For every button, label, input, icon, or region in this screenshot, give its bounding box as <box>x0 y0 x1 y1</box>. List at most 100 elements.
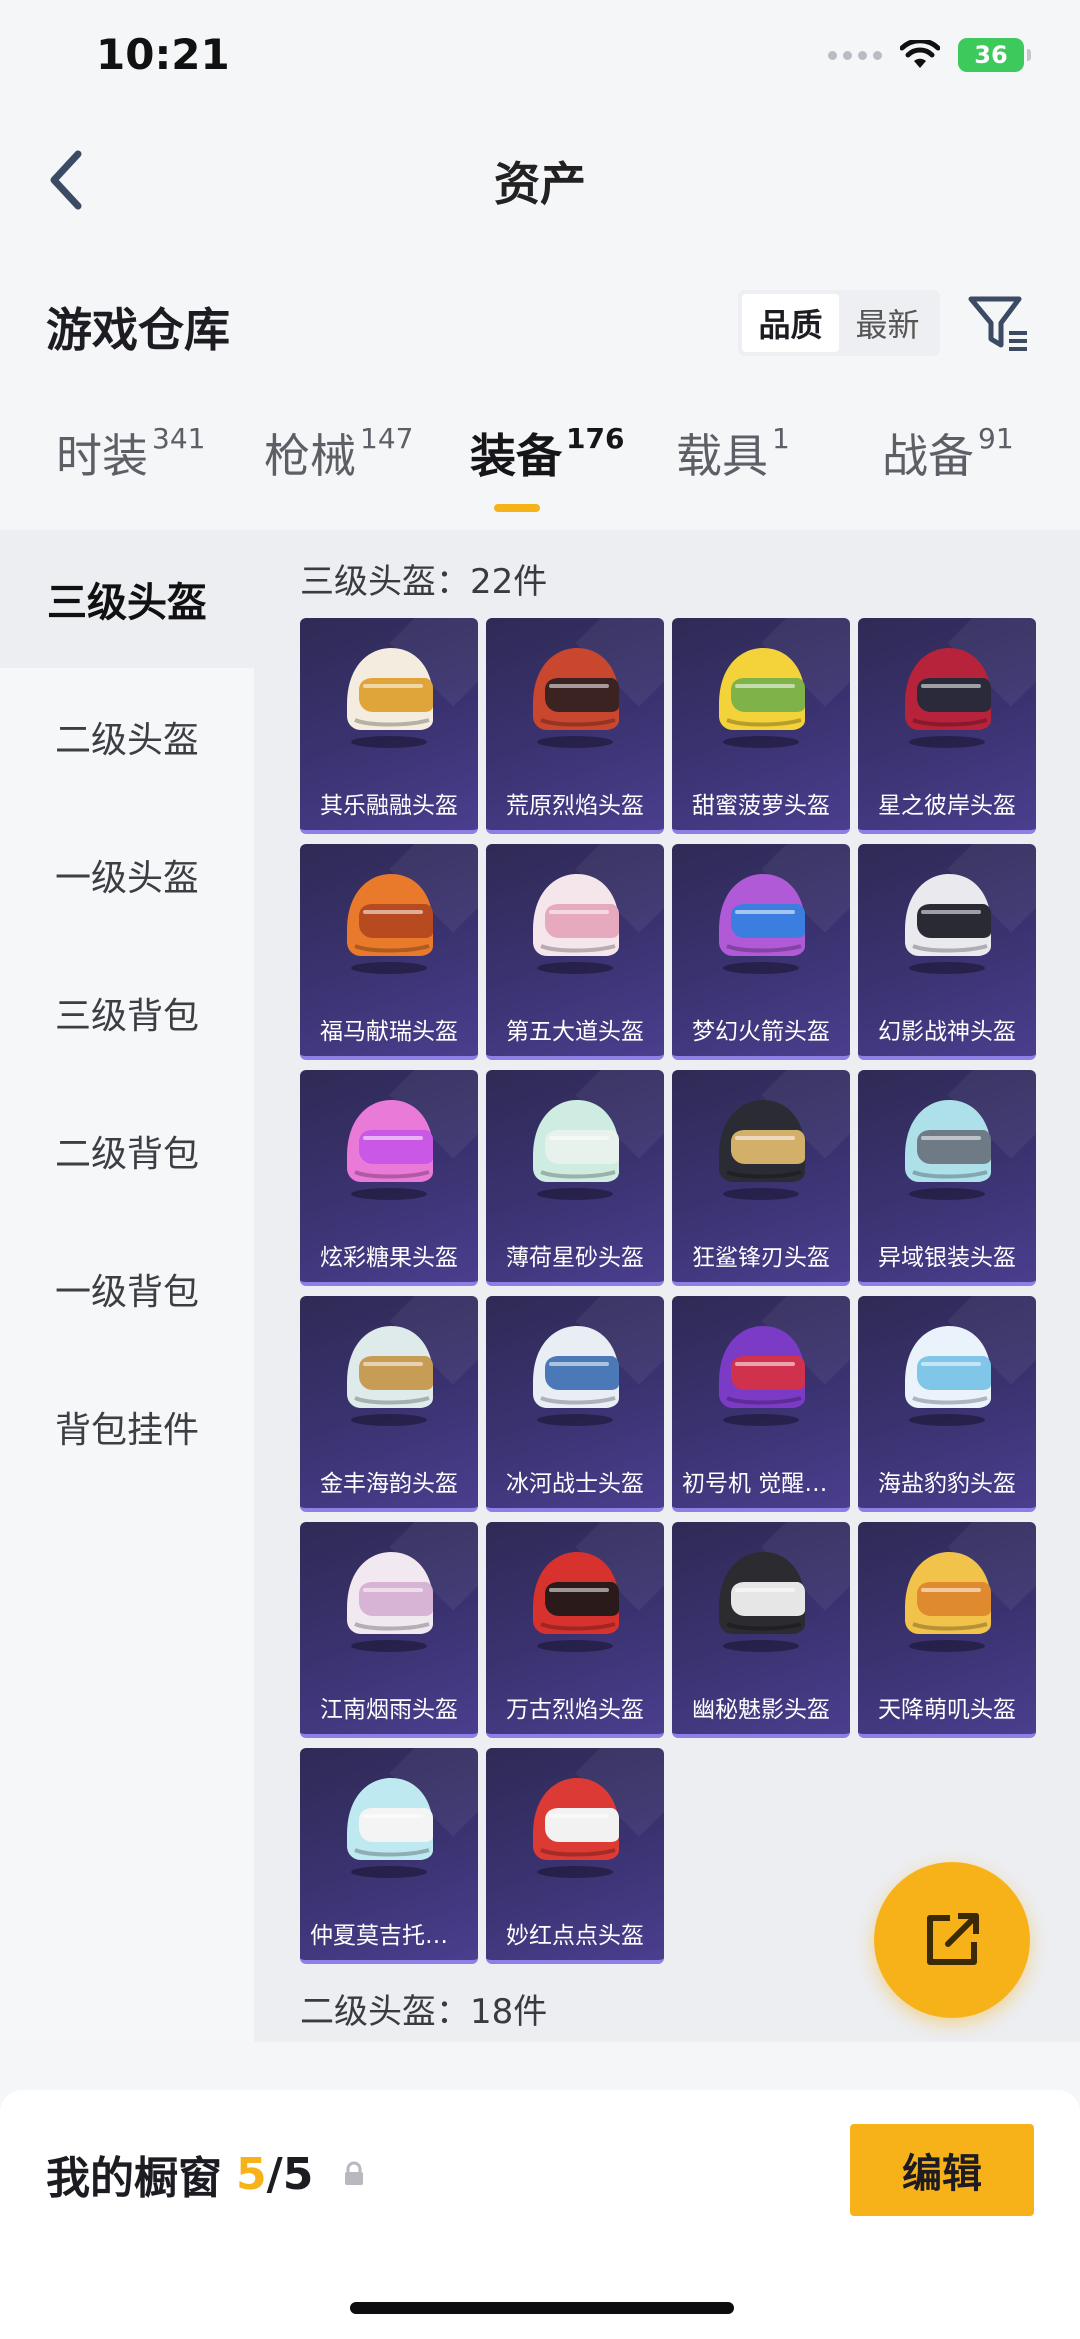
helmet-icon <box>347 874 433 974</box>
helmet-card[interactable]: 冰河战士头盔 <box>486 1296 664 1512</box>
helmet-card[interactable]: 异域银装头盔 <box>858 1070 1036 1286</box>
edit-button[interactable]: 编辑 <box>850 2124 1034 2216</box>
tab-weapons[interactable]: 枪械 147 <box>264 420 413 486</box>
tab-label: 战备 <box>882 429 974 483</box>
showcase-count: 5 <box>236 2148 267 2200</box>
showcase-bar: 我的橱窗 5 /5 编辑 <box>0 2090 1080 2339</box>
helmet-card[interactable]: 初号机 觉醒头盔 <box>672 1296 850 1512</box>
category-tabs: 时装 341 枪械 147 装备 176 载具 1 战备 91 <box>0 420 1080 530</box>
helmet-card[interactable]: 狂鲨锋刃头盔 <box>672 1070 850 1286</box>
helmet-name: 异域银装头盔 <box>878 1245 1016 1271</box>
helmet-card[interactable]: 幻影战神头盔 <box>858 844 1036 1060</box>
helmet-card[interactable]: 甜蜜菠萝头盔 <box>672 618 850 834</box>
wifi-icon <box>900 40 940 68</box>
helmet-icon <box>719 1326 805 1426</box>
helmet-card[interactable]: 第五大道头盔 <box>486 844 664 1060</box>
sidebar-item-level2-helmet[interactable]: 二级头盔 <box>0 668 254 806</box>
helmet-icon <box>719 1100 805 1200</box>
helmet-name: 第五大道头盔 <box>506 1019 644 1045</box>
helmet-icon <box>905 1326 991 1426</box>
content-area: 三级头盔 二级头盔 一级头盔 三级背包 二级背包 一级背包 背包挂件 三级头盔：… <box>0 530 1080 2042</box>
tab-vehicles[interactable]: 载具 1 <box>676 420 790 486</box>
helmet-card[interactable]: 荒原烈焰头盔 <box>486 618 664 834</box>
helmet-name: 海盐豹豹头盔 <box>878 1471 1016 1497</box>
helmet-card[interactable]: 万古烈焰头盔 <box>486 1522 664 1738</box>
tab-count: 91 <box>978 422 1014 455</box>
helmet-icon <box>719 1552 805 1652</box>
helmet-card[interactable]: 福马献瑞头盔 <box>300 844 478 1060</box>
sort-newest-option[interactable]: 最新 <box>839 294 936 352</box>
helmet-card[interactable]: 天降萌叽头盔 <box>858 1522 1036 1738</box>
helmet-name: 梦幻火箭头盔 <box>692 1019 830 1045</box>
helmet-card[interactable]: 梦幻火箭头盔 <box>672 844 850 1060</box>
share-button[interactable] <box>874 1862 1030 2018</box>
external-link-icon <box>927 1913 979 1965</box>
status-bar: 10:21 36 <box>0 0 1080 120</box>
helmet-icon <box>347 1778 433 1878</box>
helmet-icon <box>719 874 805 974</box>
helmet-card[interactable]: 妙红点点头盔 <box>486 1748 664 1964</box>
showcase-label: 我的橱窗 5 /5 <box>46 2142 367 2206</box>
sidebar-item-backpack-charm[interactable]: 背包挂件 <box>0 1358 254 1496</box>
helmet-name: 炫彩糖果头盔 <box>320 1245 458 1271</box>
helmet-name: 星之彼岸头盔 <box>878 793 1016 819</box>
warehouse-title: 游戏仓库 <box>46 303 230 357</box>
helmet-icon <box>905 1100 991 1200</box>
helmet-name: 幻影战神头盔 <box>878 1019 1016 1045</box>
helmet-card[interactable]: 其乐融融头盔 <box>300 618 478 834</box>
tab-label: 载具 <box>676 429 768 483</box>
helmet-icon <box>347 1326 433 1426</box>
helmet-card[interactable]: 薄荷星砂头盔 <box>486 1070 664 1286</box>
tab-fashion[interactable]: 时装 341 <box>56 420 205 486</box>
sort-quality-option[interactable]: 品质 <box>742 294 839 352</box>
helmet-card[interactable]: 炫彩糖果头盔 <box>300 1070 478 1286</box>
helmet-name: 江南烟雨头盔 <box>320 1697 458 1723</box>
helmet-name: 初号机 觉醒头盔 <box>682 1471 850 1497</box>
helmet-icon <box>905 874 991 974</box>
sidebar-item-level3-backpack[interactable]: 三级背包 <box>0 944 254 1082</box>
sub-category-sidebar: 三级头盔 二级头盔 一级头盔 三级背包 二级背包 一级背包 背包挂件 <box>0 530 254 2042</box>
helmet-name: 荒原烈焰头盔 <box>506 793 644 819</box>
tab-equipment[interactable]: 装备 176 <box>470 420 625 512</box>
battery-indicator: 36 <box>958 38 1031 72</box>
helmet-card[interactable]: 海盐豹豹头盔 <box>858 1296 1036 1512</box>
helmet-icon <box>533 1326 619 1426</box>
sidebar-item-level3-helmet[interactable]: 三级头盔 <box>0 530 254 668</box>
helmet-name: 金丰海韵头盔 <box>320 1471 458 1497</box>
helmet-icon <box>719 648 805 748</box>
showcase-title: 我的橱窗 <box>46 2153 222 2204</box>
lock-icon <box>345 2161 364 2185</box>
helmet-icon <box>533 1552 619 1652</box>
active-tab-indicator <box>494 504 540 512</box>
tab-count: 1 <box>772 422 790 455</box>
filter-button[interactable] <box>966 290 1032 356</box>
helmet-card[interactable]: 江南烟雨头盔 <box>300 1522 478 1738</box>
helmet-icon <box>533 648 619 748</box>
helmet-card[interactable]: 幽秘魅影头盔 <box>672 1522 850 1738</box>
helmet-icon <box>533 1100 619 1200</box>
filter-icon <box>968 296 1027 351</box>
helmet-card[interactable]: 金丰海韵头盔 <box>300 1296 478 1512</box>
helmet-name: 福马献瑞头盔 <box>320 1019 458 1045</box>
cellular-signal-icon <box>828 50 882 60</box>
sidebar-item-level2-backpack[interactable]: 二级背包 <box>0 1082 254 1220</box>
helmet-name: 甜蜜菠萝头盔 <box>692 793 830 819</box>
helmet-icon <box>347 1552 433 1652</box>
helmet-icon <box>905 1552 991 1652</box>
tab-count: 176 <box>566 422 625 455</box>
helmet-card[interactable]: 星之彼岸头盔 <box>858 618 1036 834</box>
page-title: 资产 <box>494 157 586 211</box>
sidebar-item-level1-helmet[interactable]: 一级头盔 <box>0 806 254 944</box>
tab-label: 枪械 <box>264 429 356 483</box>
showcase-total: /5 <box>266 2148 314 2200</box>
group-label-level2-helmet: 二级头盔：18件 <box>300 1992 548 2032</box>
sort-toggle: 品质 最新 <box>738 290 940 356</box>
helmet-icon <box>347 1100 433 1200</box>
helmet-card[interactable]: 仲夏莫吉托头盔 <box>300 1748 478 1964</box>
helmet-icon <box>905 648 991 748</box>
helmet-name: 其乐融融头盔 <box>320 793 458 819</box>
helmet-icon <box>347 648 433 748</box>
sidebar-item-level1-backpack[interactable]: 一级背包 <box>0 1220 254 1358</box>
group-label-level3-helmet: 三级头盔：22件 <box>300 562 548 602</box>
tab-combat-gear[interactable]: 战备 91 <box>882 420 1014 486</box>
